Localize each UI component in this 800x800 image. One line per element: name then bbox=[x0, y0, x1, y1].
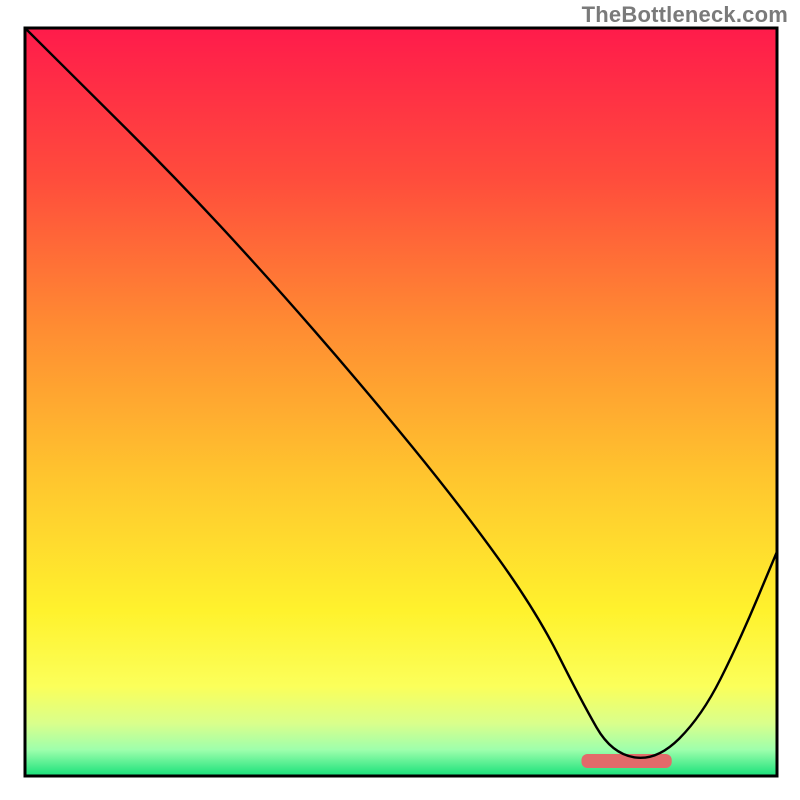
chart-svg bbox=[0, 0, 800, 800]
watermark-text: TheBottleneck.com bbox=[582, 2, 788, 28]
plot-area bbox=[25, 28, 777, 776]
bottleneck-chart: TheBottleneck.com bbox=[0, 0, 800, 800]
